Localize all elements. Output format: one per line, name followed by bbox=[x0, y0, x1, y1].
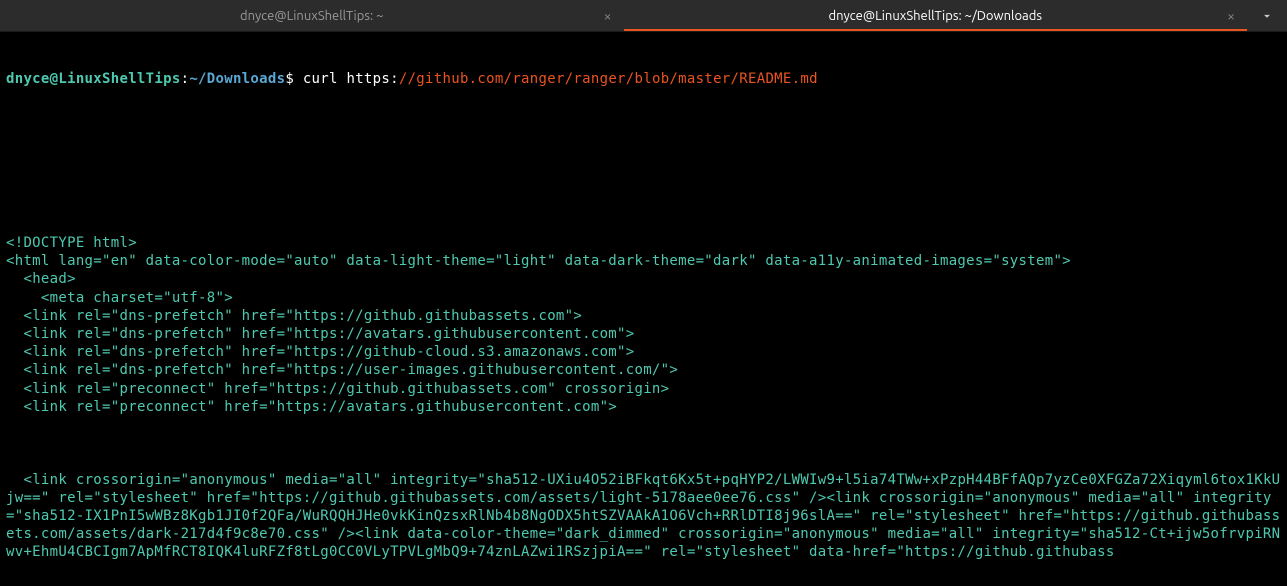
chevron-down-icon bbox=[1260, 9, 1274, 23]
new-tab-button[interactable] bbox=[1247, 0, 1287, 31]
terminal-output[interactable]: dnyce@LinuxShellTips:~/Downloads$ curl h… bbox=[0, 32, 1287, 586]
prompt-path: ~/Downloads bbox=[189, 71, 285, 87]
prompt-dollar: $ bbox=[285, 71, 294, 87]
prompt-user-host: dnyce@LinuxShellTips bbox=[6, 71, 181, 87]
prompt-line: dnyce@LinuxShellTips:~/Downloads$ curl h… bbox=[6, 70, 1281, 88]
command-text: curl https://github.com/ranger/ranger/bl… bbox=[294, 71, 818, 87]
output-block: <!DOCTYPE html> <html lang="en" data-col… bbox=[6, 125, 1281, 562]
tab-bar: dnyce@LinuxShellTips: ~ × dnyce@LinuxShe… bbox=[0, 0, 1287, 32]
tab-downloads[interactable]: dnyce@LinuxShellTips: ~/Downloads × bbox=[624, 0, 1248, 31]
prompt-colon: : bbox=[181, 71, 190, 87]
close-icon[interactable]: × bbox=[1227, 8, 1235, 24]
tab-title: dnyce@LinuxShellTips: ~ bbox=[240, 9, 383, 23]
tab-title: dnyce@LinuxShellTips: ~/Downloads bbox=[829, 9, 1042, 23]
tab-home[interactable]: dnyce@LinuxShellTips: ~ × bbox=[0, 0, 624, 31]
close-icon[interactable]: × bbox=[604, 8, 612, 24]
